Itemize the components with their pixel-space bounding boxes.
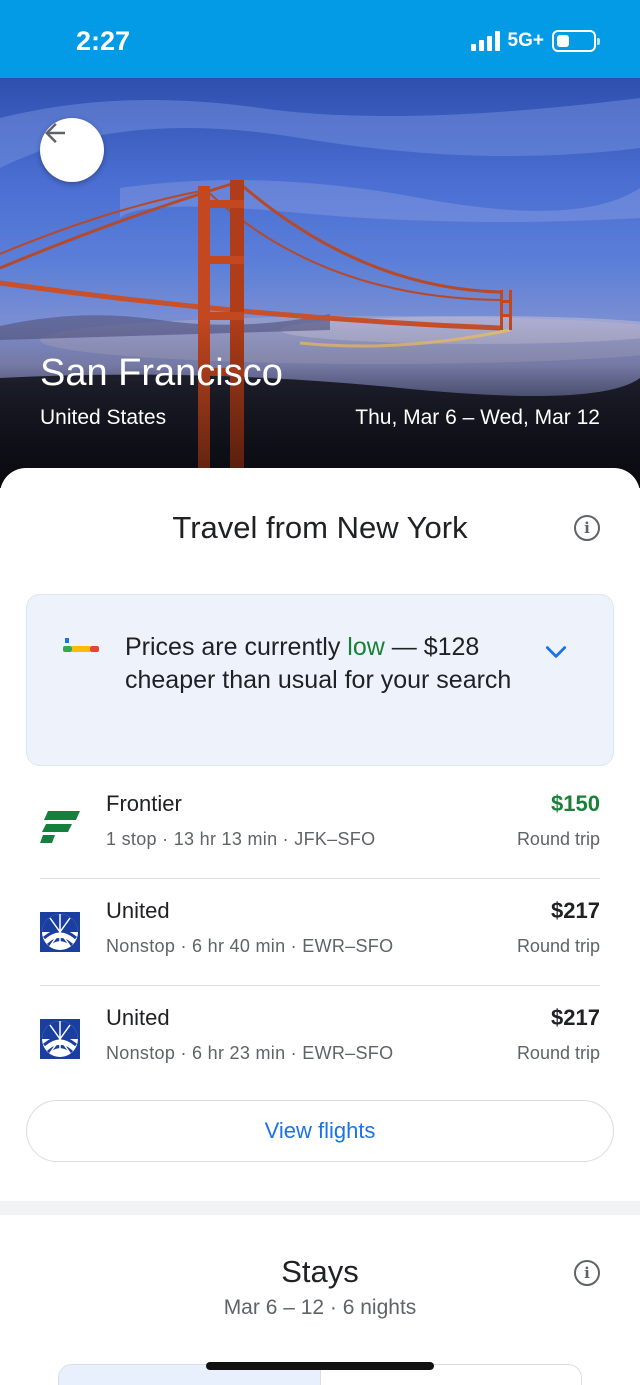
info-icon[interactable]: i — [574, 515, 600, 541]
airline-name: United — [106, 898, 170, 923]
trip-type: Round trip — [516, 936, 600, 956]
chevron-down-icon[interactable] — [543, 639, 569, 665]
battery-icon — [552, 30, 600, 52]
price-level-highlight: low — [347, 633, 385, 661]
flight-details: Nonstop · 6 hr 23 min · EWR–SFO — [106, 1043, 394, 1063]
status-bar: 2:27 5G+ — [0, 0, 640, 78]
flight-row[interactable]: United Nonstop · 6 hr 40 min · EWR–SFO $… — [40, 880, 600, 986]
frontier-logo-icon — [40, 811, 80, 843]
destination-country: United States — [40, 406, 167, 429]
stays-section-title: Stays — [281, 1254, 359, 1289]
flights-section-title: Travel from New York — [172, 510, 468, 545]
stays-subtitle: Mar 6 – 12 · 6 nights — [223, 1296, 417, 1319]
flight-row[interactable]: United Nonstop · 6 hr 23 min · EWR–SFO $… — [40, 987, 600, 1093]
price-insight-text: Prices are currently low — $128 cheaper … — [125, 633, 512, 694]
stays-info-icon[interactable]: i — [574, 1260, 600, 1286]
trip-type: Round trip — [516, 829, 600, 849]
destination-hero: San Francisco United States Thu, Mar 6 –… — [0, 78, 640, 488]
status-indicators: 5G+ — [470, 30, 600, 52]
view-flights-button[interactable]: View flights — [26, 1100, 614, 1162]
network-label: 5G+ — [507, 30, 544, 51]
flight-price: $150 — [551, 791, 600, 816]
united-logo-icon — [40, 912, 80, 952]
trip-type: Round trip — [516, 1043, 600, 1063]
arrow-left-icon — [45, 123, 65, 143]
flight-price: $217 — [551, 1005, 600, 1030]
price-insight-card[interactable]: Prices are currently low — $128 cheaper … — [26, 594, 614, 766]
content-sheet: Travel from New York i Prices are curren… — [0, 468, 640, 1385]
airline-name: United — [106, 1005, 170, 1030]
flight-price: $217 — [551, 898, 600, 923]
united-logo-icon — [40, 1019, 80, 1059]
section-divider — [0, 1201, 640, 1215]
signal-icon — [470, 31, 500, 51]
back-button[interactable] — [40, 118, 104, 182]
airline-name: Frontier — [106, 791, 182, 816]
flight-details: Nonstop · 6 hr 40 min · EWR–SFO — [106, 936, 394, 956]
destination-title: San Francisco — [40, 352, 283, 394]
trip-dates[interactable]: Thu, Mar 6 – Wed, Mar 12 — [355, 406, 600, 430]
flight-row[interactable]: Frontier 1 stop · 13 hr 13 min · JFK–SFO… — [40, 773, 600, 879]
status-time: 2:27 — [76, 26, 131, 56]
home-indicator — [206, 1362, 434, 1370]
price-indicator-icon — [63, 638, 99, 652]
flight-details: 1 stop · 13 hr 13 min · JFK–SFO — [106, 829, 376, 849]
